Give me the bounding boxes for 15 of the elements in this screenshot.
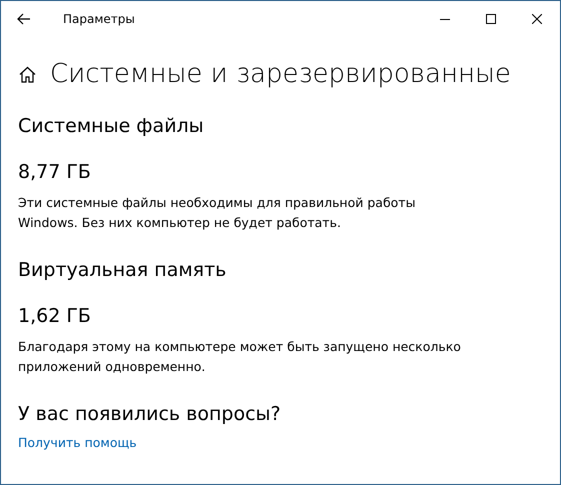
help-heading: У вас появились вопросы? (18, 402, 282, 427)
size-value: 8,77 ГБ (18, 160, 92, 185)
section-heading: Виртуальная память (18, 258, 228, 283)
section-description: Благодаря этому на компьютере может быть запущено несколько приложений одновременно. (18, 338, 462, 376)
close-icon (532, 14, 542, 24)
section-heading: Системные файлы (18, 114, 205, 139)
help-link[interactable]: Получить помощь (18, 433, 137, 453)
home-icon[interactable] (19, 66, 36, 82)
minimize-icon (440, 18, 450, 20)
page-title: Системные и зарезервированные (50, 58, 511, 91)
section-description: Эти системные файлы необходимы для правильной работы Windows. Без них компьютер не будет работать. (18, 194, 416, 232)
size-value: 1,62 ГБ (18, 304, 92, 329)
window-title: Параметры (63, 11, 135, 28)
back-arrow-icon (17, 13, 31, 25)
maximize-icon (486, 14, 496, 24)
